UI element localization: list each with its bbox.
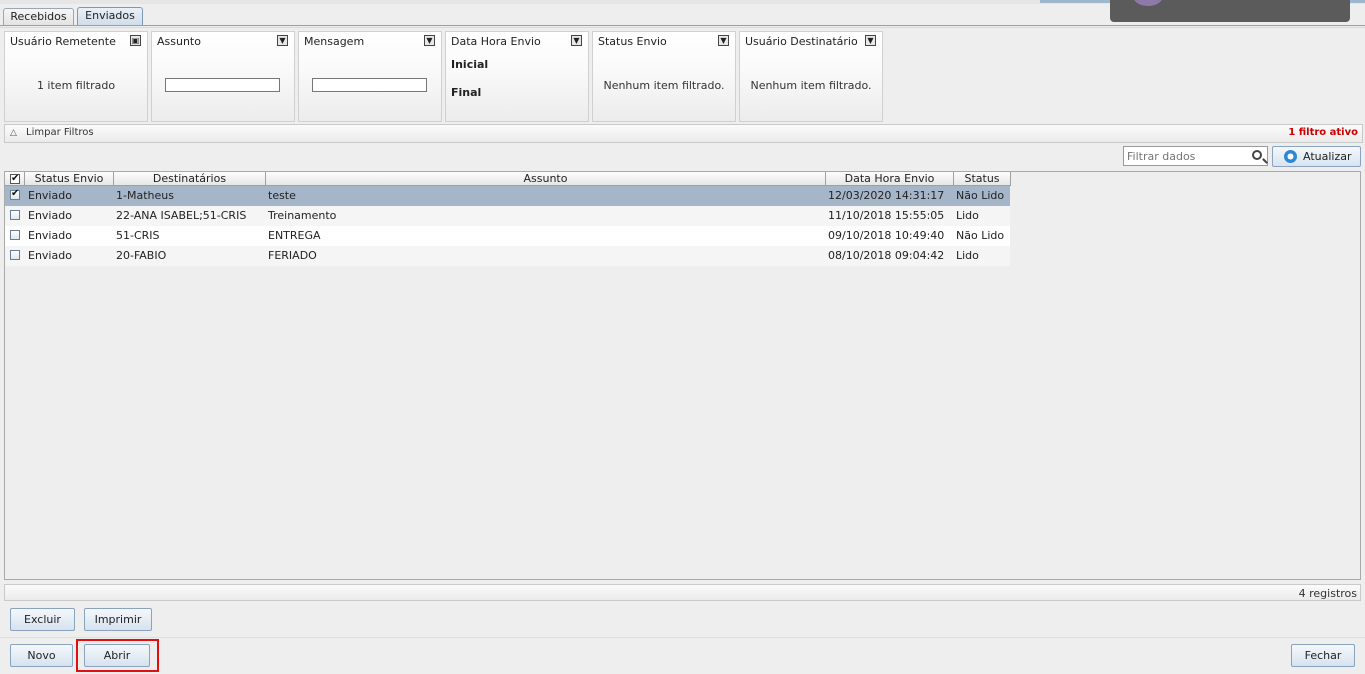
cell-destinatarios: 51-CRIS	[116, 229, 160, 242]
cell-status: Lido	[956, 249, 979, 262]
bottom-separator	[0, 637, 1365, 638]
col-destinatarios[interactable]: Destinatários	[114, 172, 266, 186]
filter-title: Mensagem	[304, 35, 365, 48]
cell-data-hora: 12/03/2020 14:31:17	[828, 189, 945, 202]
table-row[interactable]: Enviado 51-CRIS ENTREGA 09/10/2018 10:49…	[5, 226, 1010, 246]
cell-status-envio: Enviado	[28, 249, 72, 262]
select-all-checkbox[interactable]	[10, 172, 20, 185]
cell-data-hora: 08/10/2018 09:04:42	[828, 249, 945, 262]
tabs-divider	[0, 25, 1365, 26]
filter-icon[interactable]: ▼	[718, 35, 729, 46]
table-row[interactable]: Enviado 20-FABIO FERIADO 08/10/2018 09:0…	[5, 246, 1010, 266]
mensagem-filter-input[interactable]	[312, 78, 427, 92]
table-row[interactable]: Enviado 22-ANA ISABEL;51-CRIS Treinament…	[5, 206, 1010, 226]
filter-panel-remetente[interactable]: Usuário Remetente ▣ 1 item filtrado	[4, 31, 148, 122]
filter-title: Status Envio	[598, 35, 667, 48]
lock-icon[interactable]: ▣	[130, 35, 141, 46]
cell-status: Não Lido	[956, 229, 1005, 242]
cell-assunto: teste	[268, 189, 296, 202]
active-filters-indicator: 1 filtro ativo	[1288, 127, 1358, 138]
filter-status: 1 item filtrado	[36, 79, 116, 92]
row-checkbox[interactable]	[10, 230, 20, 240]
cell-destinatarios: 22-ANA ISABEL;51-CRIS	[116, 209, 247, 222]
tab-enviados[interactable]: Enviados	[77, 7, 143, 26]
cell-status: Não Lido	[956, 189, 1005, 202]
record-count: 4 registros	[1298, 587, 1357, 600]
filter-panel-data-hora[interactable]: Data Hora Envio ▼ Inicial Final	[445, 31, 589, 122]
cell-status: Lido	[956, 209, 979, 222]
cell-destinatarios: 1-Matheus	[116, 189, 174, 202]
col-assunto[interactable]: Assunto	[266, 172, 826, 186]
filter-panel-destinatario[interactable]: Usuário Destinatário ▼ Nenhum item filtr…	[739, 31, 883, 122]
filter-title: Assunto	[157, 35, 201, 48]
row-checkbox[interactable]	[10, 250, 20, 260]
tab-recebidos[interactable]: Recebidos	[3, 8, 74, 26]
refresh-button[interactable]: Atualizar	[1272, 146, 1361, 167]
assunto-filter-input[interactable]	[165, 78, 280, 92]
tabs-divider-shadow	[0, 27, 1365, 28]
table-header: Status Envio Destinatários Assunto Data …	[5, 172, 1011, 186]
search-input[interactable]	[1127, 148, 1247, 164]
refresh-label: Atualizar	[1303, 150, 1352, 163]
record-count-bar: 4 registros	[4, 584, 1361, 601]
col-status-envio[interactable]: Status Envio	[25, 172, 114, 186]
messages-table: Status Envio Destinatários Assunto Data …	[4, 171, 1361, 580]
cell-status-envio: Enviado	[28, 189, 72, 202]
filter-panel-status-envio[interactable]: Status Envio ▼ Nenhum item filtrado.	[592, 31, 736, 122]
cell-assunto: ENTREGA	[268, 229, 321, 242]
filter-bar: △ Limpar Filtros 1 filtro ativo	[4, 124, 1363, 143]
cell-status-envio: Enviado	[28, 229, 72, 242]
filter-icon[interactable]: ▼	[571, 35, 582, 46]
cell-status-envio: Enviado	[28, 209, 72, 222]
cell-data-hora: 11/10/2018 15:55:05	[828, 209, 945, 222]
search-box[interactable]	[1123, 146, 1268, 166]
filter-panel-mensagem[interactable]: Mensagem ▼	[298, 31, 442, 122]
filter-panel-assunto[interactable]: Assunto ▼	[151, 31, 295, 122]
col-status[interactable]: Status	[954, 172, 1011, 186]
row-checkbox[interactable]	[10, 210, 20, 220]
novo-button[interactable]: Novo	[10, 644, 73, 667]
col-data-hora[interactable]: Data Hora Envio	[826, 172, 954, 186]
filter-status: Nenhum item filtrado.	[750, 79, 872, 92]
fechar-button[interactable]: Fechar	[1291, 644, 1355, 667]
table-row[interactable]: Enviado 1-Matheus teste 12/03/2020 14:31…	[5, 186, 1010, 206]
filter-icon[interactable]: ▼	[865, 35, 876, 46]
clear-filters-button[interactable]: Limpar Filtros	[26, 127, 94, 138]
date-inicial-label[interactable]: Inicial	[451, 58, 488, 71]
filter-title: Data Hora Envio	[451, 35, 541, 48]
filter-title: Usuário Destinatário	[745, 35, 858, 48]
cell-assunto: Treinamento	[268, 209, 337, 222]
collapse-caret-icon[interactable]: △	[10, 128, 17, 138]
cell-data-hora: 09/10/2018 10:49:40	[828, 229, 945, 242]
refresh-icon	[1284, 150, 1297, 163]
row-checkbox[interactable]	[10, 188, 20, 200]
imprimir-button[interactable]: Imprimir	[84, 608, 152, 631]
filter-status: Nenhum item filtrado.	[603, 79, 725, 92]
filter-icon[interactable]: ▼	[277, 35, 288, 46]
abrir-button[interactable]: Abrir	[84, 644, 150, 667]
date-final-label[interactable]: Final	[451, 86, 481, 99]
cell-destinatarios: 20-FABIO	[116, 249, 167, 262]
excluir-button[interactable]: Excluir	[10, 608, 75, 631]
select-all-header[interactable]	[5, 172, 25, 186]
search-icon[interactable]	[1252, 150, 1262, 160]
cell-assunto: FERIADO	[268, 249, 317, 262]
filter-icon[interactable]: ▼	[424, 35, 435, 46]
filter-title: Usuário Remetente	[10, 35, 116, 48]
